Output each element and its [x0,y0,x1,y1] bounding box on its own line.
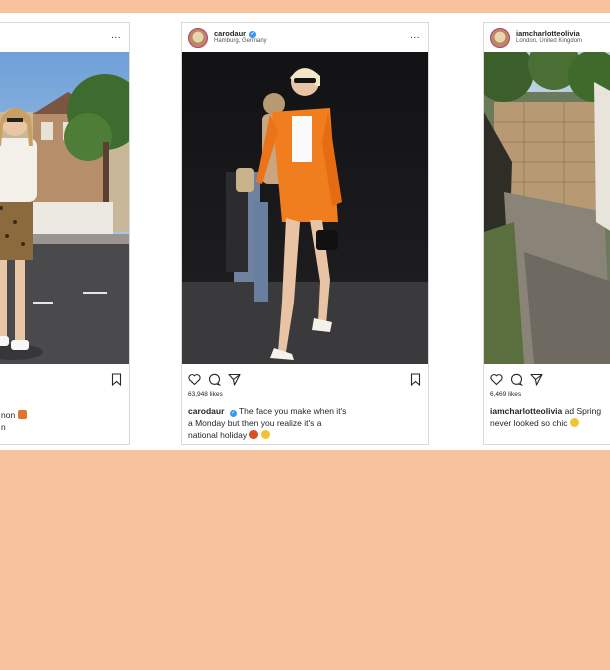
bookmark-icon[interactable] [110,373,123,386]
heart-icon[interactable] [490,373,503,386]
grinning-emoji-icon [260,430,270,440]
post-actions [490,373,610,387]
verified-badge-icon: ✓ [249,30,257,38]
bookmark-icon[interactable] [409,373,422,386]
location[interactable]: London, United Kingdom [516,38,582,44]
avatar[interactable] [490,27,510,48]
post-caption: iamcharlotteolivia ad Spring never looke… [490,405,610,429]
verified-badge-icon: ✓ [229,410,237,417]
fashion-photo-image [182,52,428,364]
location[interactable]: Hamburg, Germany [214,38,267,44]
comment-icon[interactable] [510,373,523,386]
post-photo-3[interactable] [484,52,610,364]
instagram-post-3: iamcharlotteolivia London, United Kingdo… [483,22,610,445]
username[interactable]: carodaur ✓ [214,30,267,38]
sun-emoji-icon [569,418,579,428]
caption-username[interactable]: carodaur [188,406,224,416]
caption-line-2: n [1,422,6,433]
instagram-post-2: carodaur ✓ Hamburg, Germany ... 63,948 l… [181,22,429,445]
avatar[interactable] [188,27,208,48]
post-header: ... [0,23,129,52]
post-caption: carodaur ✓ The face you make when it's a… [188,405,352,441]
like-count[interactable]: 63,948 likes [188,391,223,398]
comment-icon[interactable] [208,373,221,386]
post-header: iamcharlotteolivia London, United Kingdo… [484,23,610,52]
share-icon[interactable] [228,373,241,386]
more-options-icon[interactable]: ... [111,30,121,41]
garden-path-photo-image [484,52,610,364]
more-options-icon[interactable]: ... [410,30,420,41]
post-photo-1[interactable] [0,52,129,364]
collage-page: ... non n carodaur ✓ Hamburg, Germany ..… [0,0,610,670]
username-text: carodaur [214,29,247,39]
heart-icon[interactable] [188,373,201,386]
username[interactable]: iamcharlotteolivia [516,30,582,38]
post-caption-fragment: non n [1,409,27,433]
post-actions [188,373,422,387]
caption-username[interactable]: iamcharlotteolivia [490,406,562,416]
share-icon[interactable] [530,373,543,386]
like-count[interactable]: 6,469 likes [490,391,521,398]
caption-text: non [1,410,16,420]
instagram-post-1: ... non n [0,22,130,445]
post-header: carodaur ✓ Hamburg, Germany ... [182,23,428,52]
post-photo-2[interactable] [182,52,428,364]
street-photo-image [0,52,129,364]
fox-emoji-icon [17,410,27,419]
username-text: iamcharlotteolivia [516,29,580,39]
heart-emoji-icon [249,430,259,440]
post-actions [0,373,123,387]
